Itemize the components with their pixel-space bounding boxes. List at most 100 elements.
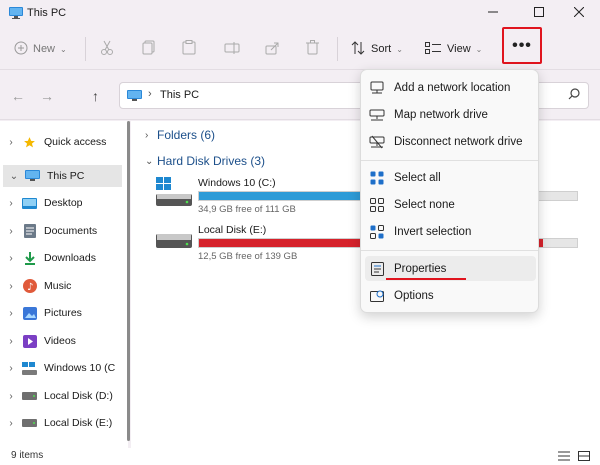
menu-item-label: Select none — [394, 198, 455, 211]
more-options-icon: ••• — [512, 36, 532, 54]
drives-group-header[interactable]: ⌄ Hard Disk Drives (3) — [145, 154, 265, 168]
computer-icon — [25, 170, 40, 183]
sidebar-item-label: Desktop — [44, 197, 83, 209]
expand-chevron-icon[interactable]: › — [0, 308, 22, 319]
sidebar-item-windows-drive[interactable]: › Windows 10 (C — [0, 357, 122, 379]
collapse-chevron-icon[interactable]: ⌄ — [145, 156, 157, 167]
see-more-button[interactable]: ••• — [502, 27, 542, 64]
map-drive-icon — [369, 108, 385, 122]
copy-button[interactable] — [142, 38, 156, 60]
layout-switcher — [558, 451, 590, 464]
window-title: This PC — [27, 7, 67, 19]
tiles-view-icon[interactable] — [578, 451, 590, 464]
sidebar-item-label: Quick access — [44, 136, 107, 148]
drive-name: Local Disk (E:) — [198, 224, 267, 236]
view-button[interactable]: View ⌄ — [425, 38, 482, 60]
copy-icon — [142, 40, 156, 58]
expand-chevron-icon[interactable]: › — [0, 253, 22, 264]
documents-folder-icon — [22, 224, 37, 238]
sidebar-item-local-disk-e[interactable]: › Local Disk (E:) — [0, 412, 122, 434]
up-arrow-icon[interactable]: ↑ — [92, 88, 99, 104]
folders-group-header[interactable]: › Folders (6) — [145, 128, 215, 142]
expand-chevron-icon[interactable]: › — [0, 226, 22, 237]
sidebar-item-music[interactable]: › ♪ Music — [0, 275, 122, 297]
toolbar-divider — [85, 37, 86, 61]
share-button[interactable] — [265, 38, 280, 60]
maximize-icon — [534, 6, 544, 20]
rename-button[interactable] — [224, 38, 240, 60]
options-icon — [369, 289, 385, 303]
sidebar-scrollbar[interactable] — [127, 121, 130, 441]
menu-separator — [361, 250, 538, 251]
sidebar-item-label: Pictures — [44, 307, 82, 319]
search-icon[interactable] — [568, 88, 580, 103]
invert-selection-icon — [369, 224, 385, 239]
status-bar: 9 items — [0, 448, 600, 465]
menu-item-invert-selection[interactable]: Invert selection — [365, 219, 536, 244]
minimize-icon — [488, 7, 498, 20]
menu-item-map-network-drive[interactable]: Map network drive — [365, 102, 536, 127]
sidebar-item-label: Windows 10 (C — [44, 362, 116, 374]
cut-button[interactable] — [100, 38, 114, 60]
sidebar-item-desktop[interactable]: › Desktop — [0, 192, 122, 214]
downloads-folder-icon — [22, 252, 37, 265]
drive-icon — [156, 224, 192, 256]
menu-item-options[interactable]: Options — [365, 283, 536, 308]
see-more-menu: Add a network location Map network drive… — [360, 69, 539, 313]
menu-item-label: Options — [394, 289, 434, 302]
item-count: 9 items — [11, 450, 44, 461]
paste-icon — [182, 40, 196, 58]
details-view-icon[interactable] — [558, 451, 570, 464]
menu-item-label: Properties — [394, 262, 447, 275]
drive-free-space: 34,9 GB free of 111 GB — [198, 204, 296, 215]
expand-chevron-icon[interactable]: › — [0, 418, 22, 429]
sort-button[interactable]: Sort ⌄ — [351, 38, 403, 60]
menu-item-label: Select all — [394, 171, 441, 184]
expand-chevron-icon[interactable]: › — [0, 198, 22, 209]
star-icon — [22, 136, 37, 149]
sort-icon — [351, 40, 365, 58]
sidebar-item-label: Downloads — [44, 252, 96, 264]
expand-chevron-icon[interactable]: › — [145, 130, 157, 141]
menu-item-label: Map network drive — [394, 108, 488, 121]
forward-arrow-icon[interactable]: → — [40, 88, 54, 104]
sidebar-item-label: Music — [44, 280, 72, 292]
chevron-down-icon: ⌄ — [60, 44, 67, 54]
drive-icon — [22, 417, 37, 430]
back-arrow-icon[interactable]: ← — [11, 88, 25, 104]
new-button[interactable]: New ⌄ — [14, 38, 67, 60]
menu-item-select-all[interactable]: Select all — [365, 165, 536, 190]
properties-highlight-underline — [386, 278, 466, 280]
sidebar-item-downloads[interactable]: › Downloads — [0, 247, 122, 269]
delete-button[interactable] — [306, 38, 319, 60]
menu-separator — [361, 160, 538, 161]
sidebar-item-local-disk-d[interactable]: › Local Disk (D:) — [0, 385, 122, 407]
toolbar-divider — [337, 37, 338, 61]
expand-chevron-icon[interactable]: › — [0, 336, 22, 347]
expand-chevron-icon[interactable]: › — [0, 391, 22, 402]
music-folder-icon: ♪ — [22, 279, 37, 293]
collapse-chevron-icon[interactable]: ⌄ — [3, 171, 25, 182]
sidebar-item-quick-access[interactable]: › Quick access — [0, 131, 122, 153]
share-icon — [265, 41, 280, 58]
select-all-icon — [369, 171, 385, 185]
expand-chevron-icon[interactable]: › — [0, 281, 22, 292]
menu-item-disconnect-network-drive[interactable]: Disconnect network drive — [365, 129, 536, 154]
sidebar-item-pictures[interactable]: › Pictures — [0, 302, 122, 324]
sidebar-item-videos[interactable]: › Videos — [0, 330, 122, 352]
expand-chevron-icon[interactable]: › — [0, 137, 22, 148]
trash-icon — [306, 40, 319, 58]
menu-item-add-network-location[interactable]: Add a network location — [365, 75, 536, 100]
menu-item-label: Disconnect network drive — [394, 135, 523, 148]
menu-item-select-none[interactable]: Select none — [365, 192, 536, 217]
sidebar-item-this-pc[interactable]: ⌄ This PC — [3, 165, 122, 187]
close-button[interactable] — [556, 2, 600, 24]
minimize-button[interactable] — [470, 2, 516, 24]
sidebar-item-documents[interactable]: › Documents — [0, 220, 122, 242]
disconnect-drive-icon — [369, 135, 385, 149]
breadcrumb-this-pc[interactable]: This PC — [160, 89, 199, 101]
drives-group-label: Hard Disk Drives (3) — [157, 154, 266, 168]
chevron-down-icon: ⌄ — [396, 44, 403, 54]
paste-button[interactable] — [182, 38, 196, 60]
expand-chevron-icon[interactable]: › — [0, 363, 22, 374]
